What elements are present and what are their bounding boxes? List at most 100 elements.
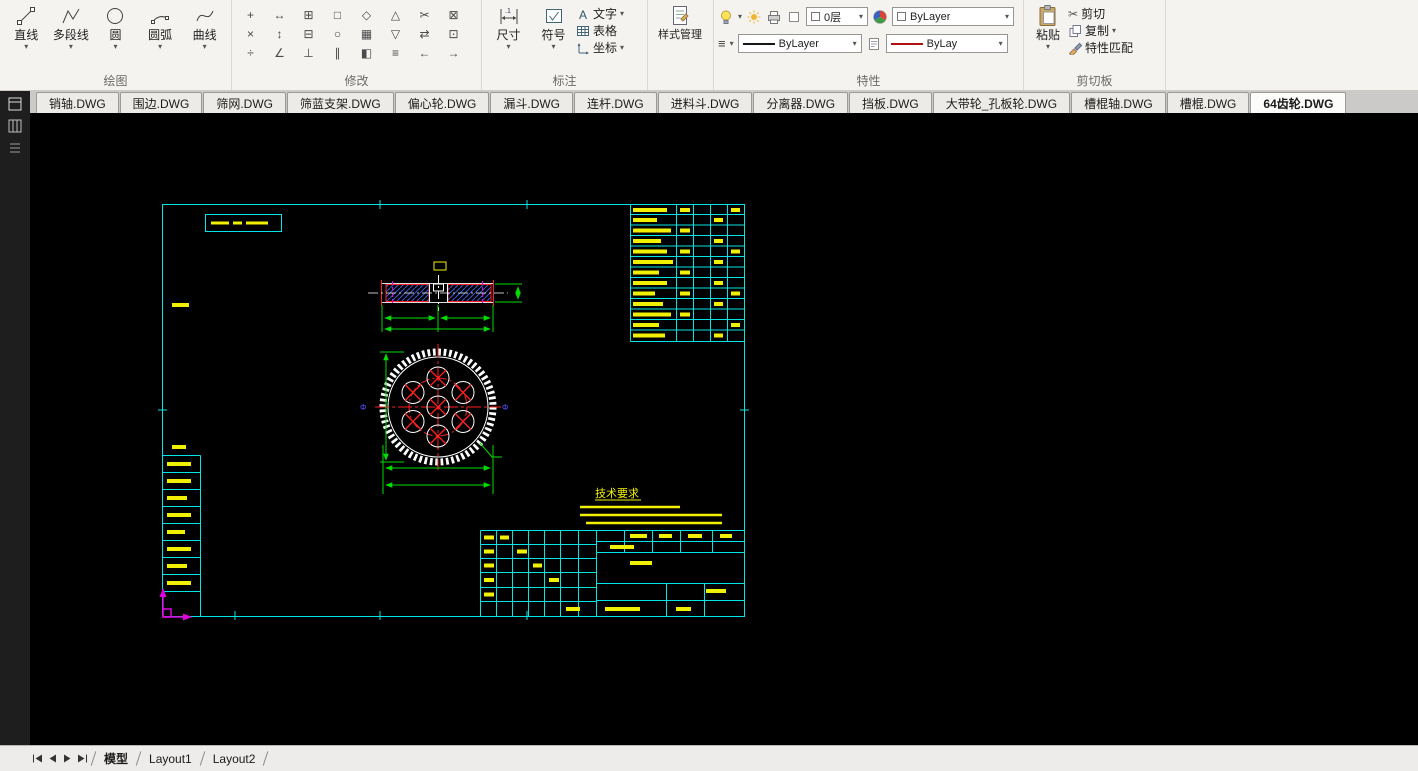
detail-callout-box[interactable] xyxy=(433,261,447,271)
paste-button[interactable]: 粘贴 ▾ xyxy=(1028,2,1068,51)
copy-label: 复制 xyxy=(1085,24,1110,38)
coordinate-icon xyxy=(577,42,589,54)
palette-grid-icon[interactable] xyxy=(7,118,23,134)
move-tool-icon[interactable]: + xyxy=(236,5,265,24)
copy-button[interactable]: 复制 ▾ xyxy=(1068,22,1133,39)
fillet-tool-icon[interactable]: ○ xyxy=(323,24,352,43)
file-tab-active[interactable]: 64齿轮.DWG xyxy=(1250,92,1347,113)
model-space-canvas[interactable]: Φ Φ 技术要求 xyxy=(30,113,1418,745)
erase-tool-icon[interactable]: × xyxy=(236,24,265,43)
divide-tool-icon[interactable]: ÷ xyxy=(236,43,265,62)
swap-tool-icon[interactable]: ⇄ xyxy=(410,24,439,43)
layers-tool-icon[interactable]: ≡ xyxy=(381,43,410,62)
file-tab-7[interactable]: 连杆.DWG xyxy=(574,92,657,113)
file-tab-4[interactable]: 筛蓝支架.DWG xyxy=(287,92,394,113)
file-tab-5[interactable]: 偏心轮.DWG xyxy=(394,92,490,113)
region-tool-icon[interactable]: ⊡ xyxy=(439,24,468,43)
extend-right-tool-icon[interactable]: → xyxy=(439,43,468,62)
technical-requirements[interactable]: 技术要求 xyxy=(580,487,722,525)
palette-panel-icon[interactable] xyxy=(7,96,23,112)
array-tool-icon[interactable]: ⊞ xyxy=(294,5,323,24)
lineweight-value: ByLay xyxy=(926,37,958,50)
layer-box-icon[interactable] xyxy=(786,9,802,25)
rotate-tool-icon[interactable]: ◇ xyxy=(352,5,381,24)
hatch-tool-icon[interactable]: ▦ xyxy=(352,24,381,43)
file-tab-8[interactable]: 进料斗.DWG xyxy=(657,92,753,113)
ribbon-panel-clipboard: 粘贴 ▾ ✂ 剪切 复制 ▾ 特性匹配 剪切板 xyxy=(1024,0,1166,90)
half-fill-tool-icon[interactable]: ◧ xyxy=(352,43,381,62)
scale-tool-icon[interactable]: △ xyxy=(381,5,410,24)
arc-tool-button[interactable]: 圆弧 ▾ xyxy=(138,2,183,51)
sun-icon[interactable] xyxy=(746,9,762,25)
file-tab-11[interactable]: 大带轮_孔板轮.DWG xyxy=(932,92,1071,113)
match-properties-button[interactable]: 特性匹配 xyxy=(1068,39,1133,56)
color-wheel-icon[interactable] xyxy=(872,9,888,25)
menu-icon[interactable]: ≡ xyxy=(718,37,726,50)
chevron-down-icon[interactable]: ▾ xyxy=(738,12,742,21)
explode-tool-icon[interactable]: ⊠ xyxy=(439,5,468,24)
palette-lines-icon[interactable] xyxy=(7,140,23,156)
mirror-tool-icon[interactable]: ↕ xyxy=(265,24,294,43)
chevron-down-icon: ▾ xyxy=(113,42,118,51)
spline-tool-button[interactable]: 曲线 ▾ xyxy=(182,2,227,51)
chamfer-tool-icon[interactable]: ▽ xyxy=(381,24,410,43)
brush-icon xyxy=(1068,42,1082,55)
circle-tool-button[interactable]: 圆 ▾ xyxy=(93,2,138,51)
title-block[interactable] xyxy=(480,530,745,617)
layout-tab-layout2[interactable]: Layout2 xyxy=(206,749,263,769)
last-layout-button[interactable] xyxy=(75,752,90,766)
lineweight-sheet-icon[interactable] xyxy=(866,36,882,52)
cut-button[interactable]: ✂ 剪切 xyxy=(1068,5,1133,22)
chevron-down-icon: ▾ xyxy=(1005,12,1010,21)
go-previous-icon xyxy=(49,754,56,763)
layout-tab-layout1[interactable]: Layout1 xyxy=(142,749,199,769)
ribbon: 直线 ▾ 多段线 ▾ 圆 ▾ 圆弧 ▾ 曲线 ▾ 绘图 + ↔ ⊞ □ ◇ △ … xyxy=(0,0,1418,91)
gear-front-view[interactable] xyxy=(375,344,501,470)
rectangle-tool-icon[interactable]: □ xyxy=(323,5,352,24)
lightbulb-icon[interactable] xyxy=(718,9,734,25)
line-tool-button[interactable]: 直线 ▾ xyxy=(4,2,49,51)
file-tab-12[interactable]: 槽棍轴.DWG xyxy=(1071,92,1166,113)
line-icon xyxy=(17,7,36,25)
angle-tool-icon[interactable]: ∠ xyxy=(265,43,294,62)
offset-tool-icon[interactable]: ⊟ xyxy=(294,24,323,43)
polyline-tool-label: 多段线 xyxy=(52,28,89,42)
file-tab-10[interactable]: 挡板.DWG xyxy=(849,92,932,113)
lineweight-select[interactable]: ByLay ▾ xyxy=(885,34,1008,53)
go-last-icon xyxy=(78,754,87,763)
perpendicular-tool-icon[interactable]: ⊥ xyxy=(294,43,323,62)
chevron-down-icon: ▾ xyxy=(1045,42,1050,51)
left-docked-palette-strip xyxy=(0,91,30,745)
polyline-tool-button[interactable]: 多段线 ▾ xyxy=(49,2,94,51)
trim-tool-icon[interactable]: ✂ xyxy=(410,5,439,24)
file-tab-13[interactable]: 槽棍.DWG xyxy=(1166,92,1250,113)
previous-layout-button[interactable] xyxy=(45,752,60,766)
file-tab-6[interactable]: 漏斗.DWG xyxy=(490,92,574,113)
layer-select[interactable]: 0层 ▾ xyxy=(806,7,869,26)
ribbon-panel-style-manager: 样式管理 xyxy=(648,0,714,90)
color-select[interactable]: ByLayer ▾ xyxy=(892,7,1015,26)
next-layout-button[interactable] xyxy=(60,752,75,766)
text-button[interactable]: A 文字 ▾ xyxy=(576,5,624,22)
coordinate-button[interactable]: 坐标 ▾ xyxy=(576,39,624,56)
extend-left-tool-icon[interactable]: ← xyxy=(410,43,439,62)
chevron-down-icon[interactable]: ▾ xyxy=(730,39,734,48)
symbol-button[interactable]: 符号 ▾ xyxy=(531,2,576,51)
table-button[interactable]: 表格 xyxy=(576,22,624,39)
file-tab-1[interactable]: 销轴.DWG xyxy=(36,92,119,113)
linetype-select[interactable]: ByLayer ▾ xyxy=(737,34,862,53)
arc-tool-label: 圆弧 xyxy=(148,28,173,42)
layout-tab-model[interactable]: 模型 xyxy=(97,747,135,770)
first-layout-button[interactable] xyxy=(30,752,45,766)
file-tab-3[interactable]: 筛网.DWG xyxy=(203,92,287,113)
parallel-tool-icon[interactable]: ∥ xyxy=(323,43,352,62)
chevron-down-icon: ▾ xyxy=(68,42,73,51)
file-tab-2[interactable]: 围边.DWG xyxy=(119,92,203,113)
chevron-down-icon: ▾ xyxy=(859,12,864,21)
dimension-button[interactable]: .1 尺寸 ▾ xyxy=(486,2,531,51)
draw-group-label: 绘图 xyxy=(103,74,128,88)
stretch-tool-icon[interactable]: ↔ xyxy=(265,5,294,24)
style-manager-button[interactable]: 样式管理 xyxy=(652,2,708,42)
printer-icon[interactable] xyxy=(766,9,782,25)
file-tab-9[interactable]: 分离器.DWG xyxy=(753,92,849,113)
